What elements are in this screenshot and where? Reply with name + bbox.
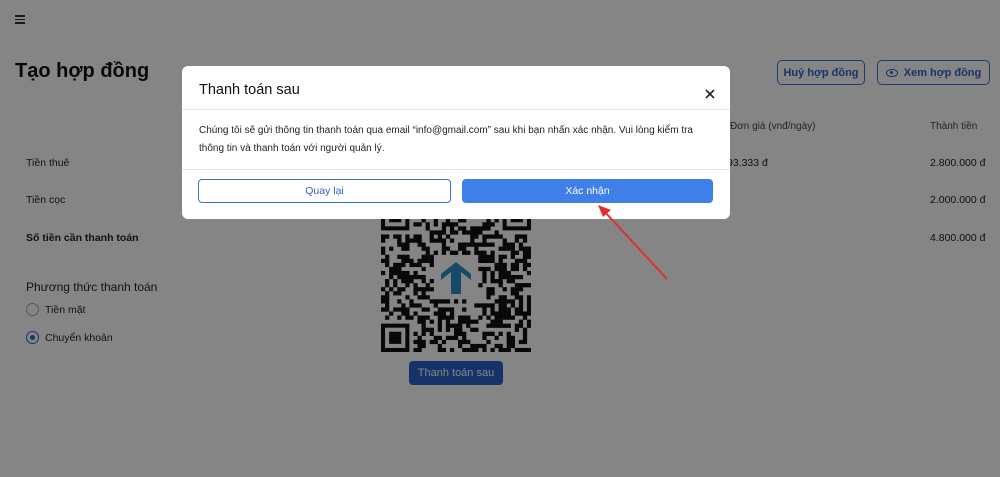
annotation-arrow-icon: [598, 205, 668, 280]
